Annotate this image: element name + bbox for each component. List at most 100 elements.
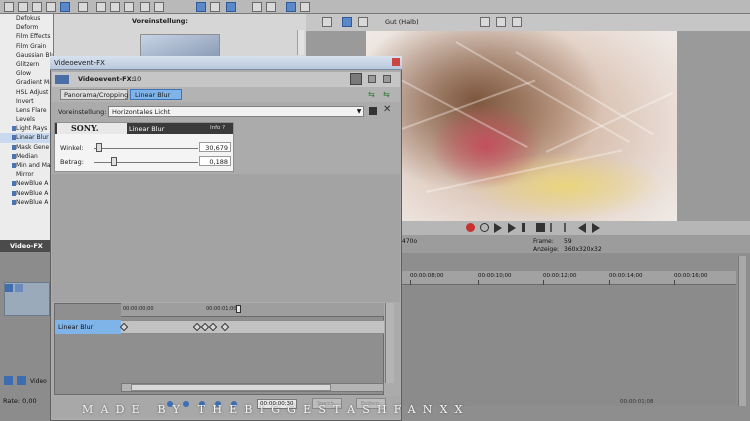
- preview-quality-select[interactable]: Gut (Halb): [385, 18, 419, 26]
- fx-list-item[interactable]: Deform: [0, 23, 53, 32]
- preset-select[interactable]: Horizontales Licht: [108, 106, 364, 117]
- preview-fx-icon[interactable]: [358, 17, 368, 27]
- stop-icon[interactable]: [536, 223, 545, 232]
- pause-icon[interactable]: [522, 223, 525, 232]
- go-to-end-icon[interactable]: [564, 223, 566, 232]
- keyframe-cursor[interactable]: [236, 305, 241, 313]
- timeline-tick-mark: [478, 280, 479, 285]
- toolbar-button-icon[interactable]: [78, 2, 88, 12]
- fx-list-item[interactable]: Film Effects: [0, 32, 53, 41]
- copy-icon[interactable]: [110, 2, 120, 12]
- param-value-angle[interactable]: 30,679: [199, 142, 231, 152]
- fx-list-item[interactable]: Lens Flare: [0, 106, 53, 115]
- lock-icon[interactable]: [286, 2, 296, 12]
- fx-list-item[interactable]: Glitzern: [0, 60, 53, 69]
- chain-item-panorama-cropping[interactable]: Panorama/Cropping: [60, 89, 128, 100]
- preset-label: Voreinstellung:: [58, 108, 107, 116]
- fx-list-item[interactable]: Gradient Map: [0, 78, 53, 87]
- plugin-name: Linear Blur: [129, 125, 165, 133]
- record-icon[interactable]: [466, 223, 475, 232]
- param-label-amount: Betrag:: [60, 158, 84, 166]
- overlay-icon[interactable]: [480, 17, 490, 27]
- animate-toggle-button[interactable]: [350, 73, 362, 85]
- auto-ripple-icon[interactable]: [266, 2, 276, 12]
- keyframe-track-label[interactable]: Linear Blur: [55, 320, 121, 334]
- slider-thumb-amount[interactable]: [110, 157, 117, 166]
- move-right-icon[interactable]: ⇆: [383, 90, 392, 99]
- fx-list-item[interactable]: Mask Gene: [0, 143, 53, 152]
- dialog-empty-area: [52, 174, 400, 302]
- close-pane-icon[interactable]: [300, 2, 310, 12]
- redo-icon[interactable]: [154, 2, 164, 12]
- keyframe-vertical-scrollbar[interactable]: [385, 303, 394, 383]
- copy-frame-icon[interactable]: [496, 17, 506, 27]
- save-preset-icon[interactable]: [369, 107, 377, 115]
- fx-list-item[interactable]: Glow: [0, 69, 53, 78]
- fx-list-item[interactable]: Gaussian Blur: [0, 51, 53, 60]
- save-frame-icon[interactable]: [512, 17, 522, 27]
- tab-video-fx[interactable]: Video-FX: [0, 240, 54, 252]
- cut-icon[interactable]: [96, 2, 106, 12]
- next-frame-icon[interactable]: [592, 223, 600, 233]
- preview-settings-icon[interactable]: [322, 17, 332, 27]
- preset-scrollbar[interactable]: [297, 30, 304, 55]
- plugin-chain-button[interactable]: [368, 75, 376, 83]
- play-icon[interactable]: [508, 223, 516, 233]
- paste-icon[interactable]: [124, 2, 134, 12]
- dialog-header-title: Videoevent-FX:: [78, 75, 135, 83]
- toolbar-button-icon[interactable]: [4, 2, 14, 12]
- fx-list-item[interactable]: NewBlue A: [0, 179, 53, 188]
- timeline-track-lane[interactable]: [400, 286, 736, 406]
- toolbar-button-icon[interactable]: [18, 2, 28, 12]
- delete-preset-icon[interactable]: ✕: [383, 104, 391, 115]
- undo-icon[interactable]: [140, 2, 150, 12]
- fx-list-item[interactable]: Min and Max: [0, 161, 53, 170]
- dialog-close-icon[interactable]: [392, 58, 400, 66]
- slider-thumb-angle[interactable]: [96, 143, 103, 152]
- remove-plugin-button[interactable]: [383, 75, 391, 83]
- track-number-icon[interactable]: [15, 284, 23, 292]
- chain-item-linear-blur[interactable]: Linear Blur: [130, 89, 182, 100]
- fx-list-item[interactable]: Mirror: [0, 170, 53, 179]
- loop-icon[interactable]: [480, 223, 489, 232]
- fx-list-item-selected[interactable]: Linear Blur: [0, 133, 53, 143]
- fx-list-item[interactable]: NewBlue A: [0, 198, 53, 207]
- select-tool-icon[interactable]: [226, 2, 236, 12]
- track-list-pane: [0, 252, 54, 421]
- fx-list-item[interactable]: NewBlue A: [0, 189, 53, 198]
- fx-list-item[interactable]: Invert: [0, 97, 53, 106]
- param-value-amount[interactable]: 0,188: [199, 156, 231, 166]
- slider-track-amount[interactable]: [94, 162, 198, 163]
- fx-list-item[interactable]: Film Grain: [0, 42, 53, 51]
- fx-list-item[interactable]: Defokus: [0, 14, 53, 23]
- video-track-icon[interactable]: [4, 376, 13, 385]
- slider-track-angle[interactable]: [94, 148, 198, 149]
- track-fx-icon[interactable]: [5, 284, 13, 292]
- toolbar-button-icon[interactable]: [60, 2, 70, 12]
- keyframe-track[interactable]: [121, 320, 384, 334]
- snap-icon[interactable]: [252, 2, 262, 12]
- timeline-tick-mark: [674, 280, 675, 285]
- go-to-start-icon[interactable]: [550, 223, 552, 232]
- fx-list-item[interactable]: Median: [0, 152, 53, 161]
- fx-list-item[interactable]: Light Rays: [0, 124, 53, 133]
- param-label-angle: Winkel:: [60, 144, 84, 152]
- video-track-icon[interactable]: [17, 376, 26, 385]
- move-left-icon[interactable]: ⇆: [368, 90, 377, 99]
- envelope-tool-icon[interactable]: [210, 2, 220, 12]
- normal-edit-tool-icon[interactable]: [196, 2, 206, 12]
- keyframe-scroll-thumb[interactable]: [131, 384, 331, 391]
- fx-list-item[interactable]: HSL Adjust: [0, 88, 53, 97]
- keyframe-ruler[interactable]: [121, 303, 384, 317]
- toolbar-button-icon[interactable]: [46, 2, 56, 12]
- toolbar-button-icon[interactable]: [32, 2, 42, 12]
- plugin-info-button[interactable]: Info ?: [210, 125, 225, 131]
- chevron-down-icon[interactable]: ▼: [354, 106, 364, 117]
- timeline-vertical-scrollbar[interactable]: [738, 256, 746, 406]
- dialog-title[interactable]: Videoevent-FX: [50, 56, 402, 70]
- fx-list-item[interactable]: Levels: [0, 115, 53, 124]
- prev-frame-icon[interactable]: [578, 223, 586, 233]
- keyframe-time-label: 00:00:00;00: [123, 306, 154, 312]
- preview-device-icon[interactable]: [342, 17, 352, 27]
- play-from-start-icon[interactable]: [494, 223, 502, 233]
